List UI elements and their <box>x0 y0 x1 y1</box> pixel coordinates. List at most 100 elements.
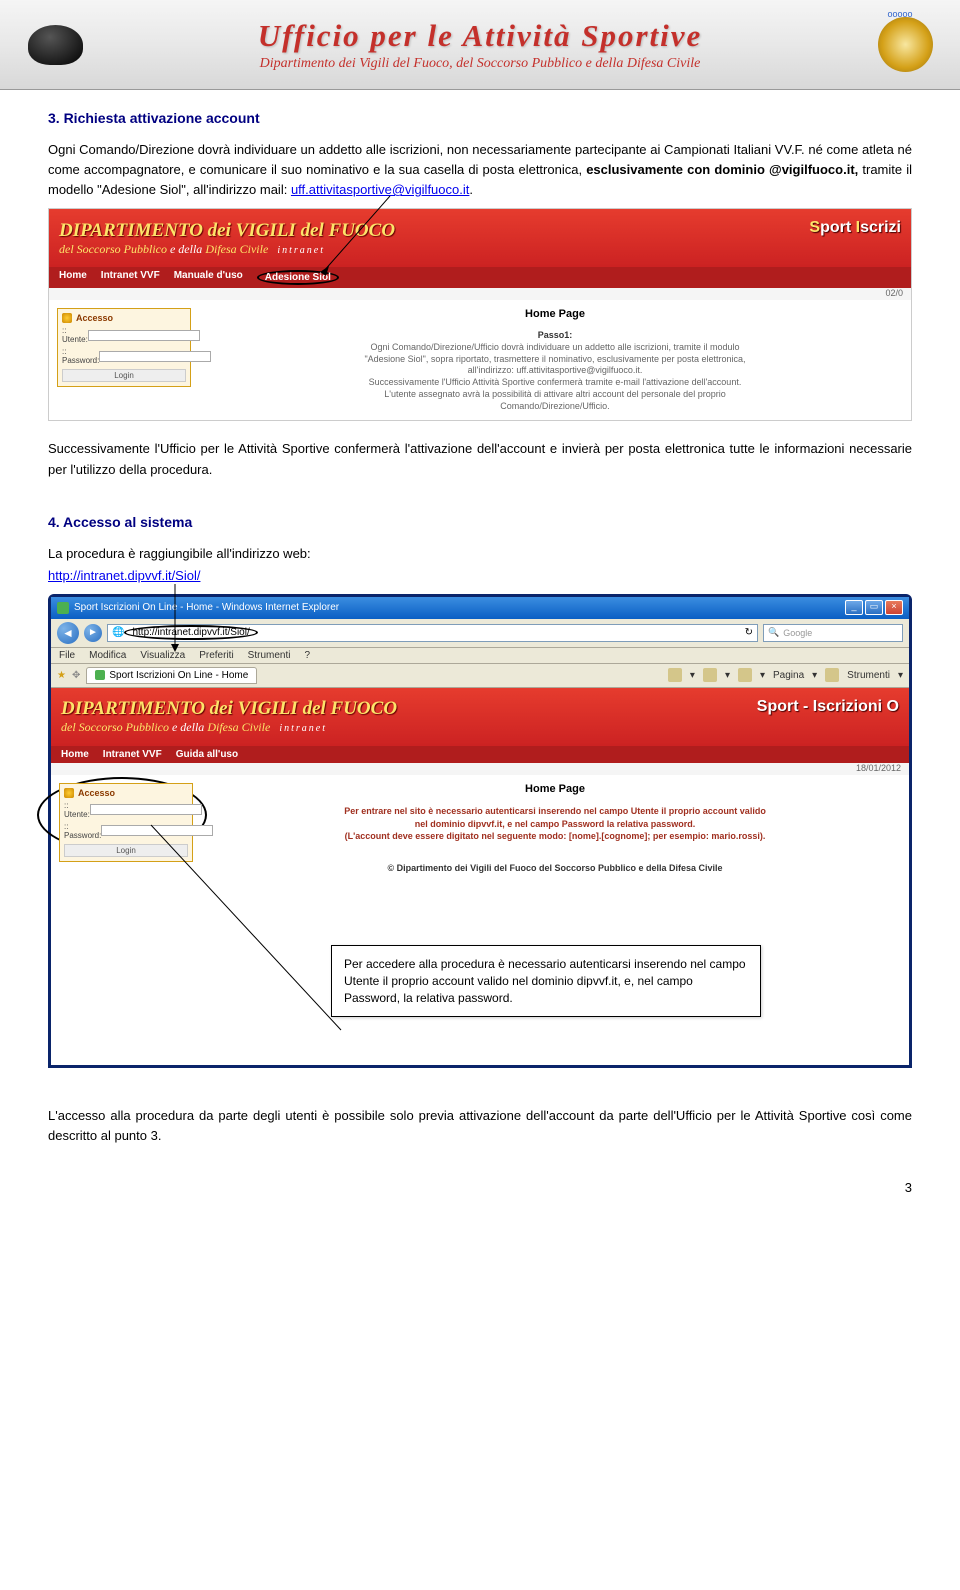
ss2-login-text1: Per entrare nel sito è necessario autent… <box>211 805 899 818</box>
document-content: 3. Richiesta attivazione account Ogni Co… <box>0 90 960 1174</box>
ss1-main: Home Page Passo1: Ogni Comando/Direzione… <box>199 300 911 420</box>
tab-favicon-icon <box>95 670 105 680</box>
ss2-intranet-label: intranet <box>279 723 327 734</box>
ss2-login-button[interactable]: Login <box>64 844 188 857</box>
ss1-accesso-box: Accesso :: Utente: :: Password: Login <box>57 308 191 387</box>
tool-strumenti[interactable]: Strumenti <box>847 670 890 681</box>
print-icon[interactable] <box>738 668 752 682</box>
ss1-nav-manuale[interactable]: Manuale d'uso <box>174 270 243 285</box>
header-title: Ufficio per le Attività Sportive <box>90 18 870 54</box>
callout-accesso: Per accedere alla procedura è necessario… <box>331 945 761 1017</box>
ss1-login-button[interactable]: Login <box>62 369 186 382</box>
menu-file[interactable]: File <box>59 650 75 661</box>
ss2-dip-sub2: Difesa Civile <box>207 720 270 734</box>
ss2-header-bar: DIPARTIMENTO dei VIGILI del FUOCO del So… <box>51 688 909 746</box>
ss1-date: 02/0 <box>49 288 911 300</box>
ss1-nav: Home Intranet VVF Manuale d'uso Adesione… <box>49 267 911 288</box>
ss2-password-input[interactable] <box>101 825 213 836</box>
ss1-utente-label: :: Utente: <box>62 326 88 344</box>
ss2-login-text2: nel dominio dipvvf.it, e nel campo Passw… <box>211 818 899 831</box>
ss1-header-bar: DIPARTIMENTO dei VIGILI del FUOCO del So… <box>49 209 911 267</box>
ss1-utente-input[interactable] <box>88 330 200 341</box>
helmet-logo-icon <box>20 10 90 80</box>
ss1-password-input[interactable] <box>99 351 211 362</box>
ss2-accesso-box: Accesso :: Utente: :: Password: Login <box>59 783 193 862</box>
ss2-password-label: :: Password: <box>64 822 101 840</box>
ie-menubar: File Modifica Visualizza Preferiti Strum… <box>51 648 909 664</box>
ss2-utente-label: :: Utente: <box>64 801 90 819</box>
close-button[interactable]: × <box>885 600 903 615</box>
ss2-nav-intranet[interactable]: Intranet VVF <box>103 749 162 760</box>
menu-modifica[interactable]: Modifica <box>89 650 126 661</box>
ss1-intranet-label: intranet <box>277 245 325 256</box>
ss1-passo6: Comando/Direzione/Ufficio. <box>209 401 901 413</box>
ie-tab-active[interactable]: Sport Iscrizioni On Line - Home <box>86 667 257 684</box>
ss2-nav: Home Intranet VVF Guida all'uso <box>51 746 909 763</box>
ie-titlebar: Sport Iscrizioni On Line - Home - Window… <box>51 597 909 619</box>
ss2-utente-input[interactable] <box>90 804 202 815</box>
ss1-dip-sub2: Difesa Civile <box>205 242 268 256</box>
feed-icon[interactable] <box>703 668 717 682</box>
ss1-nav-home[interactable]: Home <box>59 270 87 285</box>
ss1-nav-adesione[interactable]: Adesione Siol <box>257 270 339 285</box>
ie-address-toolbar: ◄ ► 🌐 http://intranet.dipvvf.it/Siol/ ↻ … <box>51 619 909 648</box>
search-input[interactable]: 🔍 Google <box>763 624 903 642</box>
address-url: http://intranet.dipvvf.it/Siol/ <box>124 625 257 640</box>
ss2-dip-sub1: del Soccorso Pubblico <box>61 720 169 734</box>
ss2-dip-title: DIPARTIMENTO dei VIGILI del FUOCO <box>61 698 397 720</box>
back-button[interactable]: ◄ <box>57 622 79 644</box>
ss1-password-label: :: Password: <box>62 347 99 365</box>
ie-tab-label: Sport Iscrizioni On Line - Home <box>109 670 248 681</box>
maximize-button[interactable]: ▭ <box>865 600 883 615</box>
home-icon[interactable] <box>668 668 682 682</box>
gear-icon[interactable] <box>825 668 839 682</box>
screenshot-siol-adesione: DIPARTIMENTO dei VIGILI del FUOCO del So… <box>48 208 912 421</box>
email-link[interactable]: uff.attivitasportive@vigilfuoco.it <box>291 182 469 197</box>
callout-text: Per accedere alla procedura è necessario… <box>344 957 746 1005</box>
ss2-right-title: Sport - Iscrizioni O <box>757 698 899 716</box>
section3-heading: 3. Richiesta attivazione account <box>48 110 912 126</box>
ss1-dip-title: DIPARTIMENTO dei VIGILI del FUOCO <box>59 220 395 242</box>
lock-icon <box>64 788 74 798</box>
tool-pagina[interactable]: Pagina <box>773 670 804 681</box>
address-bar[interactable]: 🌐 http://intranet.dipvvf.it/Siol/ ↻ <box>107 624 758 642</box>
refresh-icon[interactable]: ↻ <box>745 627 753 638</box>
ss1-accesso-title: Accesso <box>76 313 113 323</box>
ss2-nav-guida[interactable]: Guida all'uso <box>176 749 238 760</box>
ss2-hp-title: Home Page <box>211 783 899 795</box>
menu-visualizza[interactable]: Visualizza <box>140 650 185 661</box>
search-icon: 🔍 <box>768 627 779 638</box>
globe-icon: 🌐 <box>112 627 124 638</box>
menu-strumenti[interactable]: Strumenti <box>248 650 291 661</box>
ie-window-title: Sport Iscrizioni On Line - Home - Window… <box>74 602 339 613</box>
menu-help[interactable]: ? <box>304 650 310 661</box>
ss1-passo-title: Passo1: <box>209 330 901 342</box>
ss2-copyright: © Dipartimento dei Vigili del Fuoco del … <box>211 863 899 873</box>
ie-app-icon <box>57 602 69 614</box>
screenshot-ie-window: Sport Iscrizioni On Line - Home - Window… <box>48 594 912 1068</box>
ss1-passo2: "Adesione Siol", sopra riportato, trasme… <box>209 354 901 366</box>
ie-tabs: ★ ✥ Sport Iscrizioni On Line - Home ▾ ▾ … <box>51 664 909 688</box>
ss2-dip-sub-e: e della <box>169 720 207 734</box>
ss2-main: Home Page Per entrare nel sito è necessa… <box>201 775 909 935</box>
minimize-button[interactable]: _ <box>845 600 863 615</box>
forward-button[interactable]: ► <box>84 624 102 642</box>
ss1-dip-sub1: del Soccorso Pubblico <box>59 242 167 256</box>
section3-paragraph1: Ogni Comando/Direzione dovrà individuare… <box>48 140 912 200</box>
header-subtitle: Dipartimento dei Vigili del Fuoco, del S… <box>90 56 870 72</box>
ss1-hp-title: Home Page <box>209 308 901 320</box>
ss1-passo3: all'indirizzo: uff.attivitasportive@vigi… <box>209 365 901 377</box>
menu-preferiti[interactable]: Preferiti <box>199 650 233 661</box>
ss1-passo5: L'utente assegnato avrà la possibilità d… <box>209 389 901 401</box>
ss2-login-text3: (L'account deve essere digitato nel segu… <box>211 830 899 843</box>
section3-para1d: . <box>469 182 473 197</box>
section4-heading: 4. Accesso al sistema <box>48 514 912 530</box>
footer-paragraph: L'accesso alla procedura da parte degli … <box>48 1106 912 1146</box>
ss2-nav-home[interactable]: Home <box>61 749 89 760</box>
favorites-icon[interactable]: ★ <box>57 670 66 681</box>
section3-para1b: esclusivamente con dominio @vigilfuoco.i… <box>586 162 858 177</box>
badge-logo-icon: ooooo <box>870 10 940 80</box>
section4-url-link[interactable]: http://intranet.dipvvf.it/Siol/ <box>48 568 200 583</box>
ss2-date: 18/01/2012 <box>51 763 909 775</box>
ss1-nav-intranet[interactable]: Intranet VVF <box>101 270 160 285</box>
